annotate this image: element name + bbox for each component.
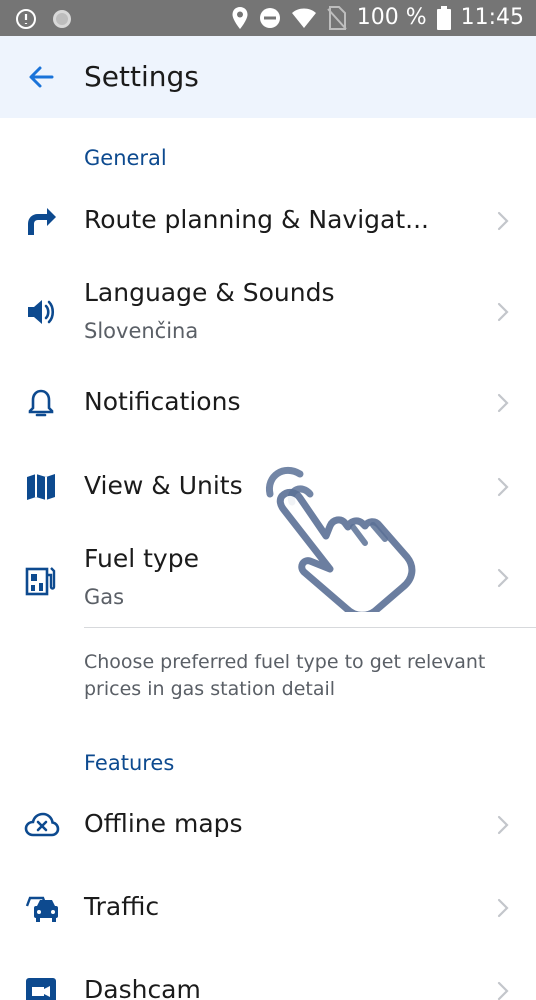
no-sim-icon [326,6,347,30]
settings-item-value: Gas [84,585,125,609]
battery-text: 100 % [356,5,427,30]
section-header-general: General [84,146,167,170]
chevron-right-icon [496,211,510,231]
settings-item-label: Traffic [84,892,160,921]
speaker-icon [24,295,58,329]
clock: 11:45 [460,5,524,30]
settings-item-notifications[interactable]: Notifications [0,372,536,434]
fuel-type-hint: Choose preferred fuel type to get releva… [84,651,486,700]
chevron-right-icon [496,477,510,497]
chevron-right-icon [496,815,510,835]
chevron-right-icon [496,393,510,413]
chevron-right-icon [496,568,510,588]
settings-item-label: Route planning & Navigat... [84,205,429,234]
location-icon [231,6,249,30]
settings-item-label: View & Units [84,471,243,500]
page-title: Settings [84,60,199,93]
battery-icon [436,6,451,30]
settings-item-label: Language & Sounds [84,278,335,307]
map-icon [24,470,58,504]
cars-icon [24,891,58,925]
settings-item-route-planning[interactable]: Route planning & Navigat... [0,190,536,252]
settings-item-label: Dashcam [84,975,201,1000]
cloud-off-icon [24,808,60,842]
settings-item-value: Slovenčina [84,319,199,343]
fuel-station-icon [24,563,58,597]
arrow-back-icon[interactable] [26,62,56,92]
wifi-icon [291,7,317,29]
chevron-right-icon [496,898,510,918]
chevron-right-icon [496,302,510,322]
chevron-right-icon [496,981,510,1000]
turn-right-arrow-icon [24,204,58,238]
alarm-icon [14,7,38,31]
section-header-features: Features [84,751,175,775]
app-bar: Settings [0,36,536,118]
settings-item-language-sounds[interactable]: Language & Sounds Slovenčina [0,275,536,351]
do-not-disturb-icon [259,7,281,29]
status-bar: 100 % 11:45 [0,0,536,36]
settings-item-label: Fuel type [84,544,199,573]
settings-item-label: Offline maps [84,809,243,838]
sync-icon [50,7,74,31]
video-camera-icon [24,974,58,1000]
settings-item-dashcam[interactable]: Dashcam [0,960,536,1000]
settings-item-label: Notifications [84,387,241,416]
settings-item-traffic[interactable]: Traffic [0,877,536,939]
settings-item-offline-maps[interactable]: Offline maps [0,794,536,856]
bell-icon [24,386,58,420]
tap-hand-icon [262,462,447,619]
divider [84,627,536,628]
